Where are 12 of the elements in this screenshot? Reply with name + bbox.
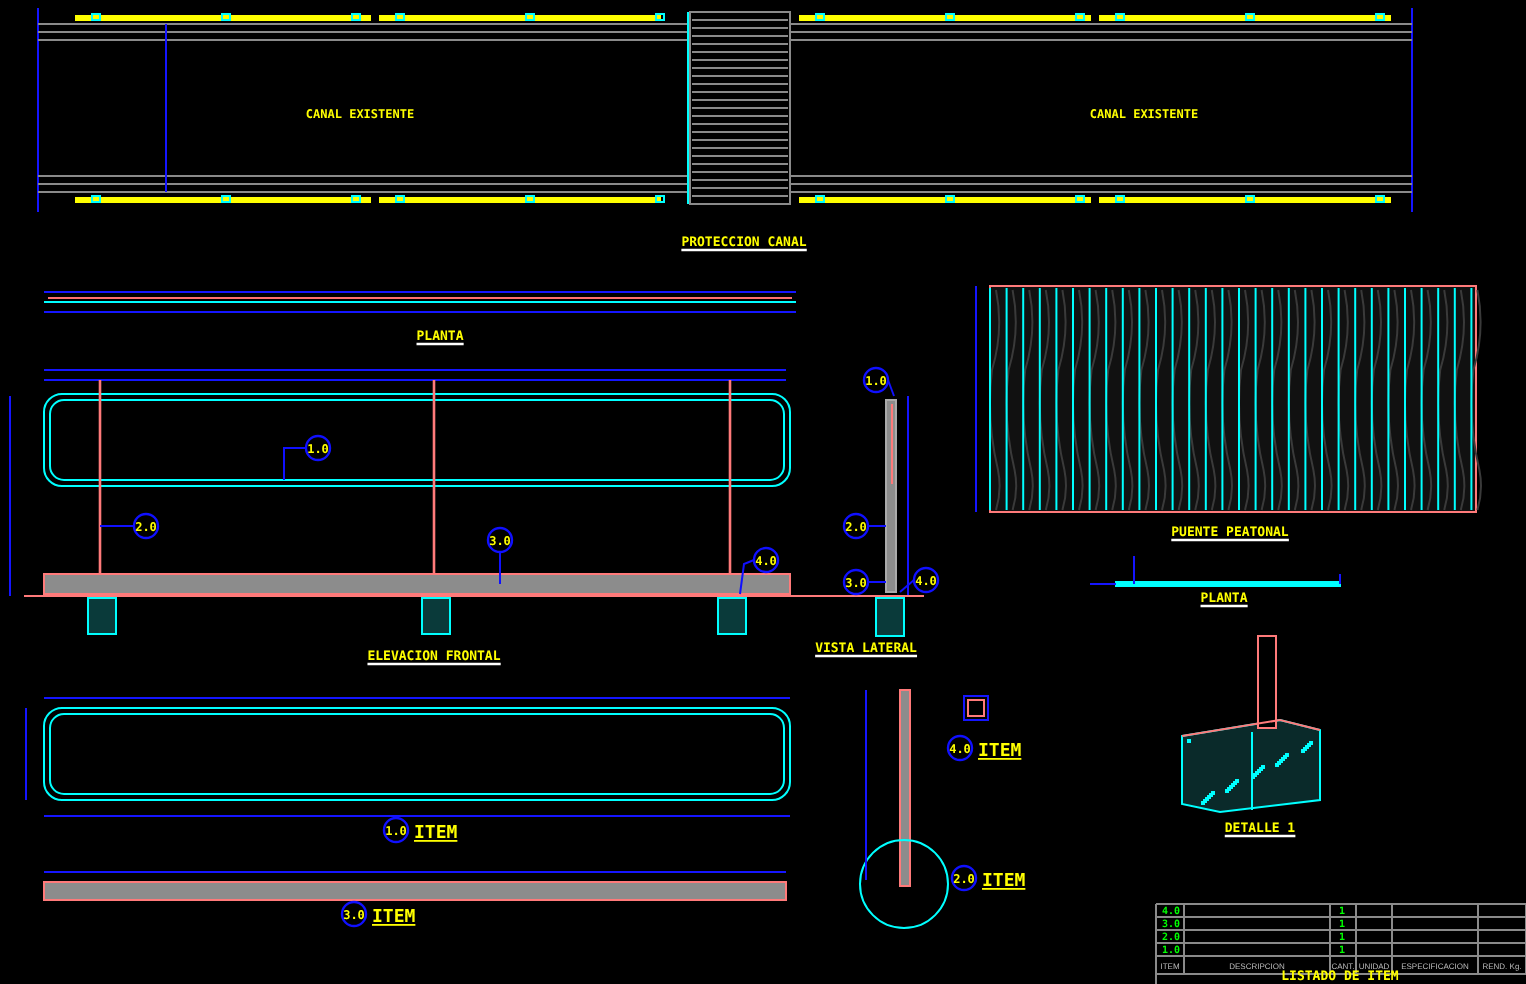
concrete-footing — [875, 597, 905, 637]
concrete-footing — [87, 597, 117, 635]
leader-line — [283, 447, 307, 481]
post-section-drawing — [963, 695, 989, 721]
leader-line — [499, 551, 501, 585]
concrete-footing — [421, 597, 451, 635]
concrete-footing — [717, 597, 747, 635]
leader-line — [739, 559, 755, 595]
leader-line — [99, 525, 135, 527]
leader-line — [867, 525, 887, 527]
leader-line — [899, 579, 915, 593]
leader-line — [867, 581, 887, 583]
